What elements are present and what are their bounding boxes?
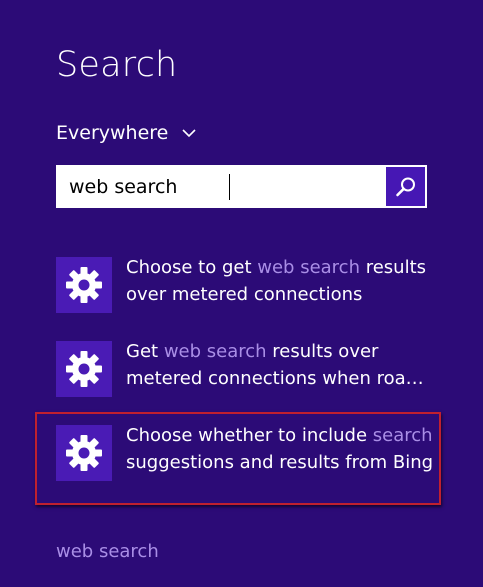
- search-suggestion[interactable]: web search: [56, 541, 159, 562]
- settings-tile: [56, 341, 112, 397]
- search-result-item[interactable]: Choose to get web search results over me…: [56, 257, 441, 315]
- settings-tile: [56, 257, 112, 313]
- text-caret: [229, 174, 230, 200]
- page-title: Search: [56, 45, 178, 85]
- result-text: Choose to get web search results over me…: [126, 257, 427, 305]
- search-scope-label: Everywhere: [56, 122, 169, 144]
- result-text: Choose whether to include search suggest…: [126, 425, 434, 473]
- search-result-item[interactable]: Get web search results over metered conn…: [56, 341, 441, 399]
- search-button[interactable]: [386, 167, 425, 206]
- search-charm-panel: Search Everywhere web search Choose to g…: [0, 0, 483, 587]
- search-result-item[interactable]: Choose whether to include search suggest…: [56, 425, 441, 483]
- settings-tile: [56, 425, 112, 481]
- search-icon: [395, 177, 415, 196]
- result-text: Get web search results over metered conn…: [126, 341, 424, 389]
- chevron-down-icon: [182, 129, 196, 138]
- gear-icon: [66, 267, 102, 303]
- search-input[interactable]: [56, 166, 376, 207]
- gear-icon: [66, 351, 102, 387]
- search-scope-dropdown[interactable]: Everywhere: [56, 122, 196, 144]
- search-box: [56, 165, 427, 208]
- gear-icon: [66, 435, 102, 471]
